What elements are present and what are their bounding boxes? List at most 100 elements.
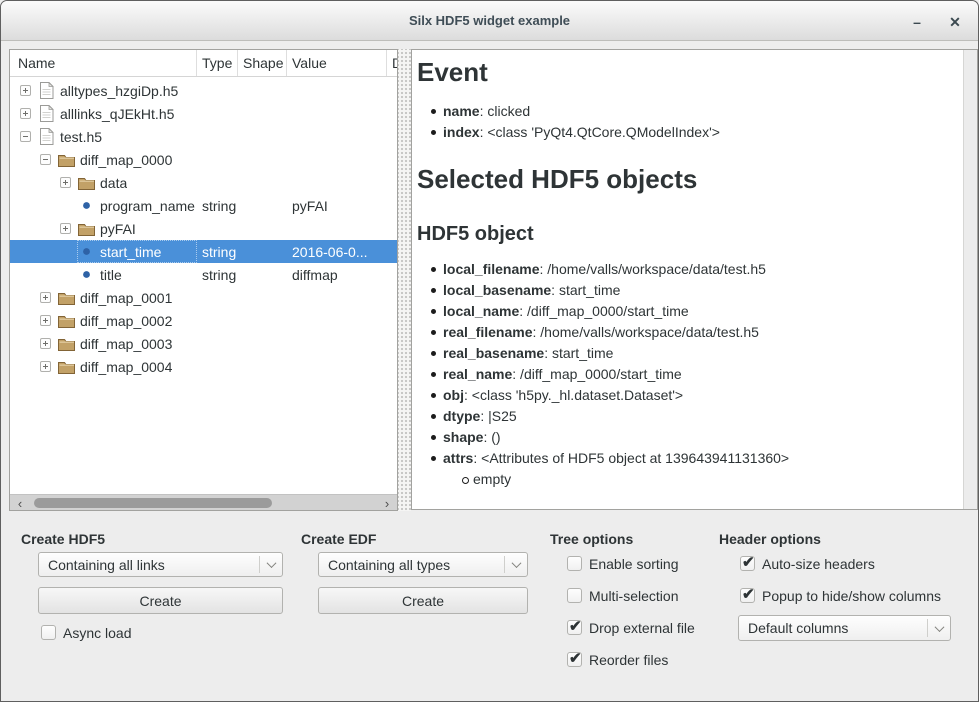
node-shape	[238, 79, 287, 102]
tree-row[interactable]: alllinks_qJEkHt.h5	[10, 102, 397, 125]
folder-icon	[58, 151, 75, 168]
node-type	[197, 171, 238, 194]
tree-row[interactable]: diff_map_0001	[10, 286, 397, 309]
columns-dropdown[interactable]: Default columns	[738, 615, 951, 641]
checkbox-label: Drop external file	[589, 620, 695, 636]
horizontal-scrollbar[interactable]: ‹ ›	[10, 494, 397, 510]
tree-row[interactable]: diff_map_0000	[10, 148, 397, 171]
node-name: diff_map_0002	[80, 313, 172, 329]
expander-icon[interactable]	[20, 131, 31, 142]
expander-icon[interactable]	[40, 315, 51, 326]
property-item: local_name: /diff_map_0000/start_time	[443, 301, 955, 322]
tree-row[interactable]: program_name string pyFAI	[10, 194, 397, 217]
expander-icon[interactable]	[60, 223, 71, 234]
dropdown-value: Containing all links	[39, 557, 259, 573]
expander-icon[interactable]	[40, 338, 51, 349]
property-item: local_basename: start_time	[443, 280, 955, 301]
column-header-type[interactable]: Type	[197, 50, 238, 76]
column-header-value[interactable]: Value	[287, 50, 387, 76]
node-shape	[238, 171, 287, 194]
minimize-button[interactable]: –	[906, 11, 928, 33]
column-header-shape[interactable]: Shape	[238, 50, 287, 76]
node-value	[287, 171, 387, 194]
title-bar[interactable]: Silx HDF5 widget example – ✕	[1, 1, 978, 41]
minimize-icon: –	[913, 14, 921, 30]
expander-icon[interactable]	[60, 177, 71, 188]
tree-name-cell: test.h5	[10, 125, 197, 148]
checkbox[interactable]	[567, 652, 582, 667]
close-button[interactable]: ✕	[944, 11, 966, 33]
tree-row[interactable]: alltypes_hzgiDp.h5	[10, 79, 397, 102]
property-value: : /diff_map_0000/start_time	[512, 366, 681, 382]
tree-name-cell: diff_map_0001	[10, 286, 197, 309]
tree-row[interactable]: pyFAI	[10, 217, 397, 240]
checkbox-row[interactable]: Async load	[41, 625, 131, 640]
header-options-group-label: Header options	[719, 531, 821, 547]
checkbox-label: Popup to hide/show columns	[762, 588, 941, 604]
panel-splitter[interactable]	[398, 49, 411, 511]
node-desc	[387, 171, 397, 194]
node-desc	[387, 125, 397, 148]
property-value: : clicked	[480, 103, 531, 119]
node-value	[287, 125, 387, 148]
tree-name-cell: pyFAI	[10, 217, 197, 240]
expander-icon[interactable]	[20, 108, 31, 119]
create-hdf5-button[interactable]: Create	[38, 587, 283, 614]
property-item: obj: <class 'h5py._hl.dataset.Dataset'>	[443, 385, 955, 406]
expander-icon[interactable]	[20, 85, 31, 96]
expander-icon[interactable]	[40, 361, 51, 372]
checkbox[interactable]	[740, 588, 755, 603]
tree-row[interactable]: diff_map_0003	[10, 332, 397, 355]
checkbox[interactable]	[41, 625, 56, 640]
column-header-desc[interactable]: D	[387, 50, 397, 76]
tree-name-cell: start_time	[10, 240, 197, 263]
checkbox-label: Reorder files	[589, 652, 668, 668]
tree-row[interactable]: diff_map_0002	[10, 309, 397, 332]
create-hdf5-dropdown[interactable]: Containing all links	[38, 552, 283, 577]
checkbox-row[interactable]: Drop external file	[567, 620, 695, 635]
checkbox-row[interactable]: Multi-selection	[567, 588, 695, 603]
node-shape	[238, 148, 287, 171]
scroll-left-icon[interactable]: ‹	[12, 495, 28, 511]
folder-icon	[58, 335, 75, 352]
scrollbar-thumb[interactable]	[34, 498, 272, 508]
checkbox[interactable]	[567, 556, 582, 571]
checkbox[interactable]	[740, 556, 755, 571]
scroll-right-icon[interactable]: ›	[379, 495, 395, 511]
expander-icon[interactable]	[40, 154, 51, 165]
node-desc	[387, 309, 397, 332]
expander-icon[interactable]	[40, 292, 51, 303]
checkbox-row[interactable]: Reorder files	[567, 652, 695, 667]
tree-row[interactable]: diff_map_0004	[10, 355, 397, 378]
node-shape	[238, 332, 287, 355]
create-edf-dropdown[interactable]: Containing all types	[318, 552, 528, 577]
tree-row[interactable]: title string diffmap	[10, 263, 397, 286]
tree-row[interactable]: test.h5	[10, 125, 397, 148]
property-item: dtype: |S25	[443, 406, 955, 427]
checkbox-label: Async load	[63, 625, 131, 641]
vertical-scrollbar[interactable]	[963, 50, 977, 509]
property-value: : ()	[483, 429, 500, 445]
node-value	[287, 79, 387, 102]
node-name: data	[100, 175, 127, 191]
node-name: diff_map_0003	[80, 336, 172, 352]
node-type	[197, 125, 238, 148]
tree-row[interactable]: data	[10, 171, 397, 194]
property-value: : /home/valls/workspace/data/test.h5	[540, 261, 766, 277]
node-value	[287, 309, 387, 332]
tree-name-cell: title	[10, 263, 197, 286]
property-value: : <class 'PyQt4.QtCore.QModelIndex'>	[480, 124, 720, 140]
property-item: local_filename: /home/valls/workspace/da…	[443, 259, 955, 280]
folder-icon	[78, 174, 95, 191]
checkbox[interactable]	[567, 620, 582, 635]
node-value: diffmap	[287, 263, 387, 286]
column-header-name[interactable]: Name	[10, 50, 197, 76]
checkbox-row[interactable]: Auto-size headers	[740, 556, 941, 571]
checkbox-row[interactable]: Enable sorting	[567, 556, 695, 571]
checkbox[interactable]	[567, 588, 582, 603]
create-edf-button[interactable]: Create	[318, 587, 528, 614]
property-label: dtype	[443, 408, 480, 424]
tree-row[interactable]: start_time string 2016-06-0...	[10, 240, 397, 263]
attribute-sub-item: empty	[443, 469, 955, 490]
checkbox-row[interactable]: Popup to hide/show columns	[740, 588, 941, 603]
